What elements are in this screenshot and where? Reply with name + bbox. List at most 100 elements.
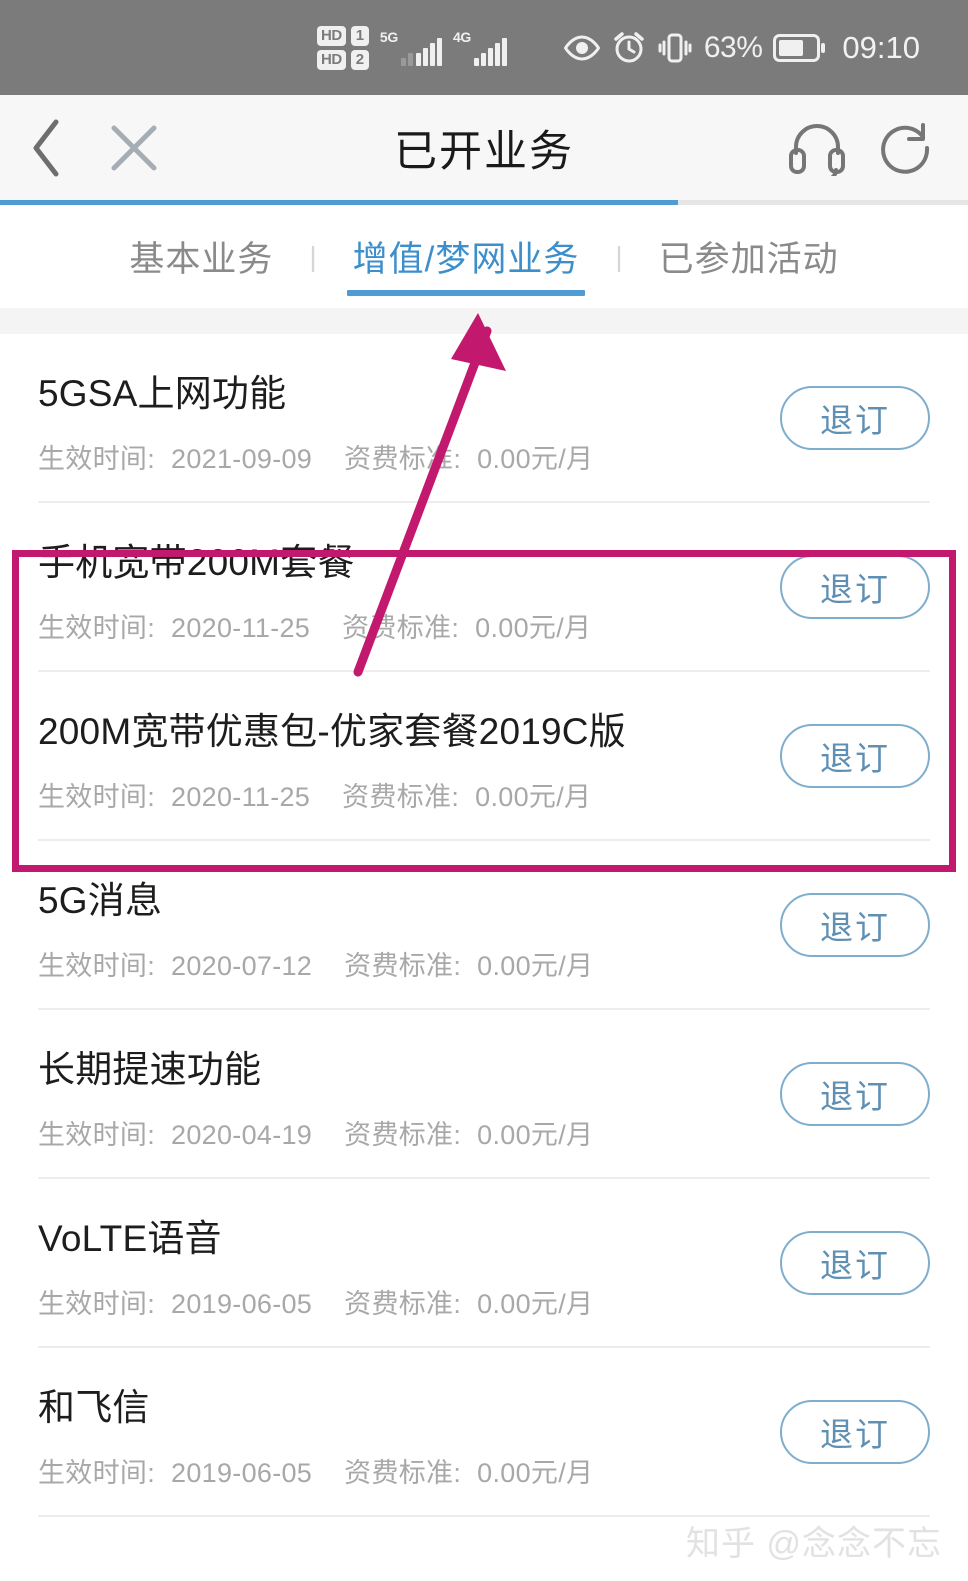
tab-bottom-band xyxy=(0,308,968,334)
service-row-texts: VoLTE语音生效时间: 2019-06-05 资费标准: 0.00元/月 xyxy=(38,1204,593,1321)
unsubscribe-button[interactable]: 退订 xyxy=(780,1399,930,1464)
signal-bars-dim-icon xyxy=(400,36,413,66)
service-row[interactable]: 5G消息生效时间: 2020-07-12 资费标准: 0.00元/月 退订 xyxy=(0,841,968,1008)
tab-label: 已参加活动 xyxy=(658,240,839,279)
tab-joined-activities[interactable]: 已参加活动 xyxy=(653,205,845,308)
headset-icon[interactable] xyxy=(788,120,846,182)
service-name: 5G消息 xyxy=(38,880,163,921)
battery-percent-label: 63% xyxy=(703,30,763,64)
unsubscribe-button[interactable]: 退订 xyxy=(780,385,930,450)
refresh-icon[interactable] xyxy=(876,119,934,177)
fee-standard-label: 资费标准: xyxy=(344,1289,462,1319)
service-row-texts: 手机宽带200M套餐生效时间: 2020-11-25 资费标准: 0.00元/月 xyxy=(38,528,591,645)
tab-label: 增值/梦网业务 xyxy=(352,240,580,279)
unsubscribe-button[interactable]: 退订 xyxy=(780,1230,930,1295)
fee-standard-label: 资费标准: xyxy=(344,1120,462,1150)
signal-bars-4g-icon xyxy=(474,36,508,66)
service-name: 长期提速功能 xyxy=(38,1049,262,1090)
fee-value: 0.00元/月 xyxy=(477,951,594,981)
service-row[interactable]: VoLTE语音生效时间: 2019-06-05 资费标准: 0.00元/月 退订 xyxy=(0,1179,968,1346)
tab-label: 基本业务 xyxy=(129,240,274,279)
service-row[interactable]: 手机宽带200M套餐生效时间: 2020-11-25 资费标准: 0.00元/月 退订 xyxy=(0,503,968,670)
effective-date-value: 2020-04-19 xyxy=(171,1120,313,1150)
service-row[interactable]: 5GSA上网功能 生效时间: 2021-09-09 资费标准: 0.00元/月 退订 xyxy=(0,334,968,501)
effective-time-label: 生效时间: xyxy=(38,1289,156,1319)
effective-time-label: 生效时间: xyxy=(38,951,156,981)
alarm-clock-icon xyxy=(612,31,646,65)
effective-time-label: 生效时间: xyxy=(38,1120,156,1150)
service-name: 和飞信 xyxy=(38,1387,150,1428)
effective-time-label: 生效时间: xyxy=(38,782,156,812)
fee-standard-label: 资费标准: xyxy=(344,1458,462,1488)
battery-icon xyxy=(773,33,826,62)
sim1-badge: 1 xyxy=(350,25,369,46)
hd-badge-sim2: HD xyxy=(316,49,346,70)
fee-value: 0.00元/月 xyxy=(477,1289,594,1319)
service-name: VoLTE语音 xyxy=(38,1218,222,1259)
fee-standard-label: 资费标准: xyxy=(342,782,460,812)
fee-value: 0.00元/月 xyxy=(477,444,594,474)
service-meta: 生效时间: 2020-04-19 资费标准: 0.00元/月 xyxy=(38,1113,593,1152)
network-label-5g: 5G xyxy=(379,28,398,45)
service-row[interactable]: 和飞信生效时间: 2019-06-05 资费标准: 0.00元/月 退订 xyxy=(0,1348,968,1515)
dual-sim-indicator: HD 1 HD 2 xyxy=(316,25,369,70)
phone-screen: HD 1 HD 2 5G 4G 63% 09:10 已开业务 基本业务 | 增值… xyxy=(0,0,968,1581)
service-meta: 生效时间: 2020-07-12 资费标准: 0.00元/月 xyxy=(38,944,593,983)
service-meta: 生效时间: 2020-11-25 资费标准: 0.00元/月 xyxy=(38,775,626,814)
chevron-left-icon[interactable] xyxy=(28,117,64,179)
service-name: 200M宽带优惠包-优家套餐2019C版 xyxy=(38,711,626,752)
signal-bars-5g-icon xyxy=(415,36,442,66)
app-header: 已开业务 xyxy=(0,95,968,200)
vibrate-icon xyxy=(657,31,693,65)
network-label-4g: 4G xyxy=(452,28,472,45)
signal-group-4g: 4G xyxy=(452,28,508,66)
effective-date-value: 2020-07-12 xyxy=(171,951,313,981)
tab-separator-2: | xyxy=(615,240,623,272)
fee-value: 0.00元/月 xyxy=(475,613,592,643)
tab-basic-services[interactable]: 基本业务 xyxy=(123,205,279,308)
eye-icon xyxy=(563,34,601,61)
service-row[interactable]: 200M宽带优惠包-优家套餐2019C版生效时间: 2020-11-25 资费标准:… xyxy=(0,672,968,839)
service-meta: 生效时间: 2019-06-05 资费标准: 0.00元/月 xyxy=(38,1282,593,1321)
status-bar-right-group: 63% 09:10 xyxy=(563,30,920,66)
status-bar: HD 1 HD 2 5G 4G 63% 09:10 xyxy=(0,0,968,95)
service-row-texts: 200M宽带优惠包-优家套餐2019C版生效时间: 2020-11-25 资费标准:… xyxy=(38,697,626,814)
service-row-texts: 5GSA上网功能 生效时间: 2021-09-09 资费标准: 0.00元/月 xyxy=(38,359,593,476)
effective-time-label: 生效时间: xyxy=(38,444,156,474)
effective-time-label: 生效时间: xyxy=(38,1458,156,1488)
service-meta: 生效时间: 2020-11-25 资费标准: 0.00元/月 xyxy=(38,606,591,645)
header-left-actions xyxy=(28,117,162,179)
effective-date-value: 2021-09-09 xyxy=(171,444,313,474)
effective-time-label: 生效时间: xyxy=(38,613,156,643)
effective-date-value: 2019-06-05 xyxy=(171,1458,313,1488)
sim2-badge: 2 xyxy=(350,49,369,70)
service-row-texts: 和飞信生效时间: 2019-06-05 资费标准: 0.00元/月 xyxy=(38,1373,593,1490)
unsubscribe-button[interactable]: 退订 xyxy=(780,723,930,788)
effective-date-value: 2020-11-25 xyxy=(171,782,311,812)
tab-value-added-services[interactable]: 增值/梦网业务 xyxy=(346,205,586,308)
unsubscribe-button[interactable]: 退订 xyxy=(780,554,930,619)
status-bar-left-group: HD 1 HD 2 5G 4G xyxy=(316,25,508,70)
watermark: 知乎 @念念不忘 xyxy=(686,1525,942,1563)
unsubscribe-button[interactable]: 退订 xyxy=(780,1061,930,1126)
fee-value: 0.00元/月 xyxy=(475,782,592,812)
hd-badge-sim1: HD xyxy=(316,25,346,46)
close-icon[interactable] xyxy=(106,120,162,176)
fee-value: 0.00元/月 xyxy=(477,1120,594,1150)
fee-standard-label: 资费标准: xyxy=(342,613,460,643)
service-row-texts: 长期提速功能生效时间: 2020-04-19 资费标准: 0.00元/月 xyxy=(38,1035,593,1152)
effective-date-value: 2019-06-05 xyxy=(171,1289,313,1319)
header-right-actions xyxy=(788,119,934,182)
fee-standard-label: 资费标准: xyxy=(344,444,462,474)
service-name: 手机宽带200M套餐 xyxy=(38,542,355,583)
effective-date-value: 2020-11-25 xyxy=(171,613,311,643)
unsubscribe-button[interactable]: 退订 xyxy=(780,892,930,957)
tab-separator-1: | xyxy=(309,240,317,272)
service-meta: 生效时间: 2019-06-05 资费标准: 0.00元/月 xyxy=(38,1451,593,1490)
fee-value: 0.00元/月 xyxy=(477,1458,594,1488)
service-row[interactable]: 长期提速功能生效时间: 2020-04-19 资费标准: 0.00元/月 退订 xyxy=(0,1010,968,1177)
tab-bar: 基本业务 | 增值/梦网业务 | 已参加活动 xyxy=(0,205,968,308)
fee-standard-label: 资费标准: xyxy=(344,951,462,981)
service-meta: 生效时间: 2021-09-09 资费标准: 0.00元/月 xyxy=(38,437,593,476)
service-row-texts: 5G消息生效时间: 2020-07-12 资费标准: 0.00元/月 xyxy=(38,866,593,983)
